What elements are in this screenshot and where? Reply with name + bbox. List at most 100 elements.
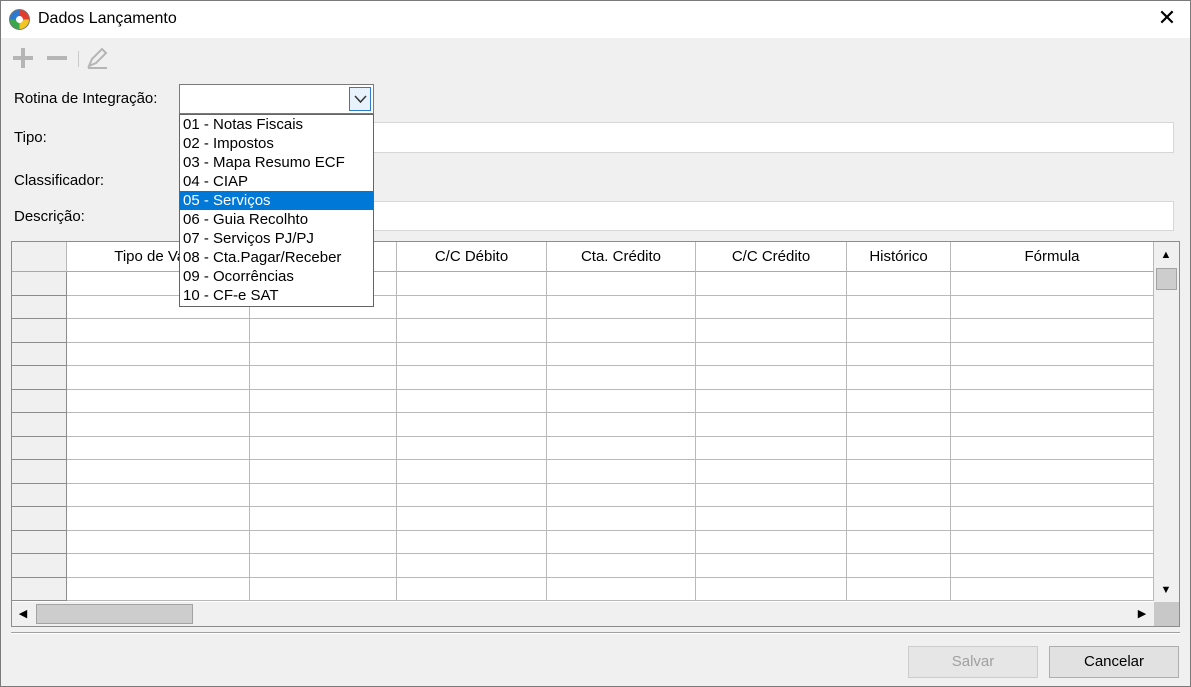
grid-row-header[interactable] bbox=[12, 389, 67, 413]
grid-row-header[interactable] bbox=[12, 295, 67, 319]
grid-cell[interactable] bbox=[547, 530, 696, 554]
grid-cell[interactable] bbox=[847, 272, 951, 296]
grid-cell[interactable] bbox=[250, 342, 397, 366]
grid-row-header[interactable] bbox=[12, 460, 67, 484]
grid-cell[interactable] bbox=[696, 436, 847, 460]
grid-cell[interactable] bbox=[67, 366, 250, 390]
grid-cell[interactable] bbox=[250, 483, 397, 507]
grid-cell[interactable] bbox=[547, 483, 696, 507]
grid-cell[interactable] bbox=[847, 342, 951, 366]
grid-cell[interactable] bbox=[696, 366, 847, 390]
grid-cell[interactable] bbox=[696, 272, 847, 296]
grid-cell[interactable] bbox=[397, 577, 547, 601]
grid-column-header[interactable]: C/C Débito bbox=[397, 242, 547, 272]
edit-icon[interactable] bbox=[85, 46, 109, 70]
grid-cell[interactable] bbox=[847, 413, 951, 437]
grid-cell[interactable] bbox=[951, 577, 1154, 601]
grid-cell[interactable] bbox=[397, 366, 547, 390]
grid-row-header[interactable] bbox=[12, 436, 67, 460]
grid-cell[interactable] bbox=[250, 413, 397, 437]
salvar-button[interactable]: Salvar bbox=[908, 646, 1038, 678]
grid-cell[interactable] bbox=[250, 389, 397, 413]
grid-cell[interactable] bbox=[951, 436, 1154, 460]
dropdown-option[interactable]: 02 - Impostos bbox=[180, 134, 373, 153]
dropdown-option[interactable]: 04 - CIAP bbox=[180, 172, 373, 191]
grid-cell[interactable] bbox=[951, 319, 1154, 343]
grid-cell[interactable] bbox=[250, 554, 397, 578]
grid-cell[interactable] bbox=[847, 554, 951, 578]
grid-cell[interactable] bbox=[847, 295, 951, 319]
grid-row-header[interactable] bbox=[12, 319, 67, 343]
grid-column-header[interactable]: Histórico bbox=[847, 242, 951, 272]
grid-cell[interactable] bbox=[696, 530, 847, 554]
grid-row-header[interactable] bbox=[12, 577, 67, 601]
grid-cell[interactable] bbox=[397, 460, 547, 484]
grid-cell[interactable] bbox=[397, 319, 547, 343]
dropdown-option-selected[interactable]: 05 - Serviços bbox=[180, 191, 373, 210]
grid-cell[interactable] bbox=[67, 577, 250, 601]
grid-cell[interactable] bbox=[67, 530, 250, 554]
grid-cell[interactable] bbox=[951, 366, 1154, 390]
dropdown-option[interactable]: 03 - Mapa Resumo ECF bbox=[180, 153, 373, 172]
grid-cell[interactable] bbox=[951, 554, 1154, 578]
grid-cell[interactable] bbox=[847, 530, 951, 554]
grid-cell[interactable] bbox=[696, 342, 847, 366]
dropdown-option[interactable]: 10 - CF-e SAT bbox=[180, 286, 373, 305]
dropdown-option[interactable]: 01 - Notas Fiscais bbox=[180, 115, 373, 134]
grid-column-header[interactable]: C/C Crédito bbox=[696, 242, 847, 272]
add-icon[interactable] bbox=[11, 46, 35, 70]
grid-cell[interactable] bbox=[847, 436, 951, 460]
grid-cell[interactable] bbox=[696, 507, 847, 531]
horizontal-scroll-thumb[interactable] bbox=[36, 604, 193, 624]
cancelar-button[interactable]: Cancelar bbox=[1049, 646, 1179, 678]
grid-cell[interactable] bbox=[547, 460, 696, 484]
grid-cell[interactable] bbox=[250, 530, 397, 554]
grid-column-header[interactable]: Fórmula bbox=[951, 242, 1154, 272]
grid-cell[interactable] bbox=[67, 483, 250, 507]
grid-cell[interactable] bbox=[847, 483, 951, 507]
rotina-combobox[interactable] bbox=[179, 84, 374, 114]
grid-cell[interactable] bbox=[547, 366, 696, 390]
grid-cell[interactable] bbox=[951, 272, 1154, 296]
close-button[interactable]: ✕ bbox=[1144, 1, 1190, 38]
grid-cell[interactable] bbox=[847, 577, 951, 601]
grid-cell[interactable] bbox=[847, 319, 951, 343]
grid-cell[interactable] bbox=[397, 554, 547, 578]
grid-cell[interactable] bbox=[696, 577, 847, 601]
grid-cell[interactable] bbox=[696, 389, 847, 413]
grid-row-header[interactable] bbox=[12, 530, 67, 554]
grid-cell[interactable] bbox=[696, 319, 847, 343]
scroll-down-arrow-icon[interactable]: ▼ bbox=[1155, 579, 1177, 601]
grid-cell[interactable] bbox=[951, 389, 1154, 413]
grid-cell[interactable] bbox=[547, 272, 696, 296]
grid-cell[interactable] bbox=[67, 413, 250, 437]
grid-row-header[interactable] bbox=[12, 554, 67, 578]
grid-cell[interactable] bbox=[847, 366, 951, 390]
grid-cell[interactable] bbox=[67, 460, 250, 484]
grid-cell[interactable] bbox=[397, 389, 547, 413]
grid-cell[interactable] bbox=[547, 295, 696, 319]
grid-row-header[interactable] bbox=[12, 366, 67, 390]
scroll-left-arrow-icon[interactable]: ◀ bbox=[12, 603, 34, 625]
grid-cell[interactable] bbox=[696, 413, 847, 437]
grid-cell[interactable] bbox=[547, 554, 696, 578]
grid-cell[interactable] bbox=[847, 389, 951, 413]
combobox-dropdown-button[interactable] bbox=[349, 87, 371, 111]
grid-column-header[interactable]: Cta. Crédito bbox=[547, 242, 696, 272]
grid-cell[interactable] bbox=[67, 507, 250, 531]
grid-cell[interactable] bbox=[951, 530, 1154, 554]
grid-cell[interactable] bbox=[397, 507, 547, 531]
grid-cell[interactable] bbox=[847, 460, 951, 484]
grid-cell[interactable] bbox=[696, 554, 847, 578]
horizontal-scrollbar[interactable]: ◀ ▶ bbox=[12, 602, 1154, 626]
grid-cell[interactable] bbox=[696, 483, 847, 507]
dropdown-option[interactable]: 08 - Cta.Pagar/Receber bbox=[180, 248, 373, 267]
grid-cell[interactable] bbox=[397, 483, 547, 507]
grid-cell[interactable] bbox=[547, 389, 696, 413]
grid-cell[interactable] bbox=[951, 413, 1154, 437]
grid-cell[interactable] bbox=[547, 577, 696, 601]
dropdown-option[interactable]: 07 - Serviços PJ/PJ bbox=[180, 229, 373, 248]
grid-row-header[interactable] bbox=[12, 342, 67, 366]
grid-cell[interactable] bbox=[397, 413, 547, 437]
scroll-up-arrow-icon[interactable]: ▲ bbox=[1155, 244, 1177, 266]
